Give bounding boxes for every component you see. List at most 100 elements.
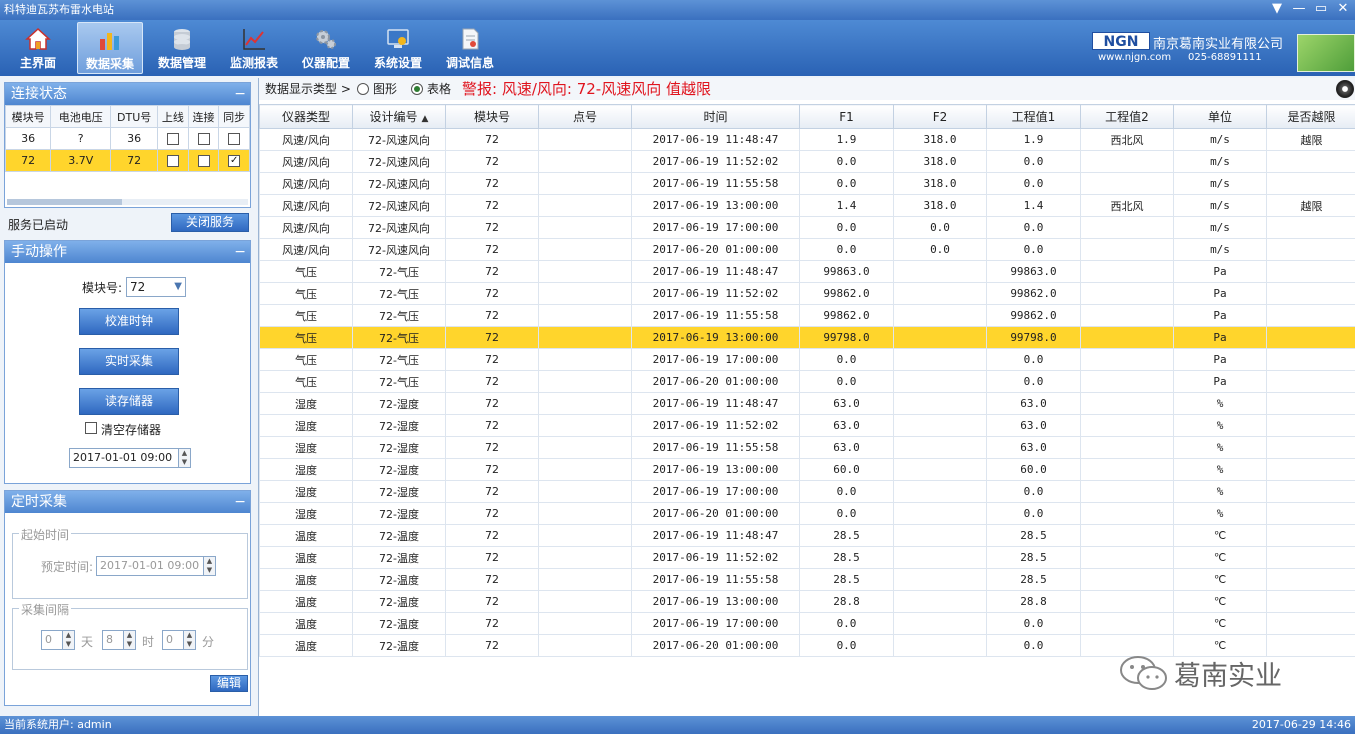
graph-radio[interactable]: [357, 83, 369, 95]
interval-days-value: 0: [45, 633, 52, 646]
toolbar-system-settings-button[interactable]: 系统设置: [365, 22, 431, 74]
column-header-over-limit[interactable]: 是否越限: [1266, 104, 1355, 129]
table-row[interactable]: 温度 72-温度 72 2017-06-19 11:48:47 28.5 28.5 ℃: [259, 524, 1355, 547]
toolbar-monitoring-report-button[interactable]: 监测报表: [221, 22, 287, 74]
table-row[interactable]: 湿度 72-湿度 72 2017-06-19 11:52:02 63.0 63.0%: [259, 414, 1355, 437]
table-row[interactable]: 湿度 72-湿度 72 2017-06-19 11:55:58 63.0 63.0%: [259, 436, 1355, 459]
edit-button[interactable]: 编辑: [210, 675, 248, 692]
column-header-eng-value-2[interactable]: 工程值2: [1080, 104, 1174, 129]
calibrate-clock-button[interactable]: 校准时钟: [79, 308, 179, 335]
table-row[interactable]: 风速/风向 72-风速风向 72 2017-06-19 11:52:02 0.0 318.…: [259, 150, 1355, 173]
toolbar-instrument-config-button[interactable]: 仪器配置: [293, 22, 359, 74]
table-cell: [538, 502, 632, 525]
table-row[interactable]: 湿度 72-湿度 72 2017-06-19 11:48:47 63.0 63.0%: [259, 392, 1355, 415]
table-row[interactable]: 湿度 72-湿度 72 2017-06-19 13:00:00 60.0 60.0%: [259, 458, 1355, 481]
table-row[interactable]: 气压 72-气压 72 2017-06-20 01:00:00 0.0 0.0 Pa: [259, 370, 1355, 393]
table-row[interactable]: 风速/风向 72-风速风向 72 2017-06-19 17:00:00 0.0 0.0 0…: [259, 216, 1355, 239]
spinner-icon[interactable]: ▲ ▼: [203, 557, 215, 575]
table-row[interactable]: 风速/风向 72-风速风向 72 2017-06-19 11:55:58 0.0 318.…: [259, 172, 1355, 195]
datetime-picker[interactable]: 2017-01-01 09:00 ▲ ▼: [69, 448, 191, 468]
table-row[interactable]: 气压 72-气压 72 2017-06-19 17:00:00 0.0 0.0 Pa: [259, 348, 1355, 371]
table-cell: 温度: [259, 568, 353, 591]
interval-minutes-input[interactable]: 0 ▲ ▼: [162, 630, 196, 650]
column-header[interactable]: DTU号: [110, 105, 159, 128]
search-refresh-icon[interactable]: [1336, 80, 1354, 98]
scrollbar-thumb[interactable]: [7, 199, 122, 205]
connection-row[interactable]: 72 3.7V 72 ✓: [4, 149, 250, 172]
spinner-icon[interactable]: ▲ ▼: [178, 449, 190, 467]
connected-checkbox[interactable]: [197, 133, 210, 145]
sync-checkbox[interactable]: ✓: [228, 155, 241, 167]
table-row[interactable]: 气压 72-气压 72 2017-06-19 11:55:58 99862.0 99862…: [259, 304, 1355, 327]
close-icon[interactable]: ✕: [1335, 2, 1351, 18]
table-row[interactable]: 温度 72-温度 72 2017-06-19 17:00:00 0.0 0.0 ℃: [259, 612, 1355, 635]
table-row[interactable]: 风速/风向 72-风速风向 72 2017-06-19 13:00:00 1.4 318.…: [259, 194, 1355, 217]
spinner-icon[interactable]: ▲ ▼: [183, 631, 195, 649]
collapse-icon[interactable]: −: [234, 241, 246, 263]
column-header[interactable]: 同步: [218, 105, 250, 128]
table-row[interactable]: 温度 72-温度 72 2017-06-19 11:55:58 28.5 28.5 ℃: [259, 568, 1355, 591]
column-header[interactable]: 上线: [157, 105, 189, 128]
clear-storage-checkbox[interactable]: [85, 422, 97, 434]
column-header-time[interactable]: 时间: [631, 104, 800, 129]
online-checkbox[interactable]: [166, 133, 179, 145]
column-header-f1[interactable]: F1: [799, 104, 894, 129]
module-select[interactable]: 72 ▼: [126, 277, 186, 297]
table-cell: 72: [445, 436, 539, 459]
toolbar-data-collection-button[interactable]: 数据采集: [77, 22, 143, 74]
company-website: www.njgn.com: [1098, 52, 1172, 63]
spinner-icon[interactable]: ▲ ▼: [62, 631, 74, 649]
spinner-icon[interactable]: ▲ ▼: [123, 631, 135, 649]
collapse-icon[interactable]: −: [234, 83, 246, 105]
table-row[interactable]: 风速/风向 72-风速风向 72 2017-06-20 01:00:00 0.0 0.0 0…: [259, 238, 1355, 261]
column-header[interactable]: 电池电压: [50, 105, 112, 128]
column-header[interactable]: 连接: [187, 105, 220, 128]
table-row[interactable]: 气压 72-气压 72 2017-06-19 11:52:02 99862.0 99862…: [259, 282, 1355, 305]
interval-hours-input[interactable]: 8 ▲ ▼: [102, 630, 136, 650]
interval-days-input[interactable]: 0 ▲ ▼: [41, 630, 75, 650]
column-header-module[interactable]: 模块号: [445, 104, 539, 129]
graph-radio-label[interactable]: 图形: [373, 78, 397, 100]
table-cell: 越限: [1266, 128, 1355, 151]
table-cell: 2017-06-19 11:55:58: [631, 436, 800, 459]
maximize-icon[interactable]: ▭: [1313, 2, 1329, 18]
table-row[interactable]: 湿度 72-湿度 72 2017-06-19 17:00:00 0.0 0.0%: [259, 480, 1355, 503]
column-header-design-id[interactable]: 设计编号 ▲: [352, 104, 446, 129]
sync-checkbox[interactable]: [228, 133, 241, 145]
table-row[interactable]: 气压 72-气压 72 2017-06-19 11:48:47 99863.0 99863…: [259, 260, 1355, 283]
table-cell: [1266, 524, 1355, 547]
table-cell: 0.0: [986, 216, 1081, 239]
toolbar-debug-info-button[interactable]: 调试信息: [437, 22, 503, 74]
horizontal-scrollbar[interactable]: [7, 199, 248, 205]
toolbar-home-button[interactable]: 主界面: [5, 22, 71, 74]
hours-unit-label: 时: [142, 635, 155, 649]
minimize-icon[interactable]: —: [1291, 2, 1307, 18]
realtime-collect-button[interactable]: 实时采集: [79, 348, 179, 375]
column-header-unit[interactable]: 单位: [1173, 104, 1267, 129]
table-row[interactable]: 风速/风向 72-风速风向 72 2017-06-19 11:48:47 1.9 318.…: [259, 128, 1355, 151]
table-radio-label[interactable]: 表格: [427, 78, 451, 100]
column-header-label: 是否越限: [1287, 110, 1336, 124]
column-header-instrument-type[interactable]: 仪器类型: [259, 104, 353, 129]
toolbar-data-management-button[interactable]: 数据管理: [149, 22, 215, 74]
menu-dropdown-icon[interactable]: ▼: [1269, 2, 1285, 18]
column-header-point[interactable]: 点号: [538, 104, 632, 129]
column-header-eng-value-1[interactable]: 工程值1: [986, 104, 1081, 129]
read-storage-button[interactable]: 读存储器: [79, 388, 179, 415]
table-cell: [538, 590, 632, 613]
column-header-f2[interactable]: F2: [893, 104, 987, 129]
table-row[interactable]: 气压 72-气压 72 2017-06-19 13:00:00 99798.0 99798…: [259, 326, 1355, 349]
table-row[interactable]: 温度 72-温度 72 2017-06-19 13:00:00 28.8 28.8 ℃: [259, 590, 1355, 613]
table-cell: 72: [445, 524, 539, 547]
table-row[interactable]: 温度 72-温度 72 2017-06-19 11:52:02 28.5 28.5 ℃: [259, 546, 1355, 569]
connected-checkbox[interactable]: [197, 155, 210, 167]
close-service-button[interactable]: 关闭服务: [171, 213, 249, 232]
table-row[interactable]: 湿度 72-湿度 72 2017-06-20 01:00:00 0.0 0.0%: [259, 502, 1355, 525]
online-checkbox[interactable]: [166, 155, 179, 167]
collapse-icon[interactable]: −: [234, 491, 246, 513]
column-header[interactable]: 模块号: [4, 105, 52, 128]
table-cell: 2017-06-19 13:00:00: [631, 326, 800, 349]
scheduled-time-picker[interactable]: 2017-01-01 09:00 ▲ ▼: [96, 556, 216, 576]
table-radio[interactable]: [411, 83, 423, 95]
connection-row[interactable]: 36 ? 36: [4, 127, 250, 150]
